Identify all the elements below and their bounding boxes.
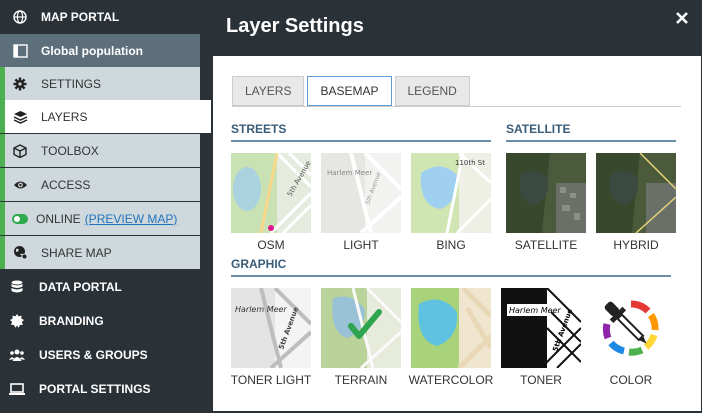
sidebar-item-access[interactable]: ACCESS	[0, 168, 200, 201]
sidebar-item-label: PORTAL SETTINGS	[39, 381, 151, 396]
layer-settings-panel: Layer Settings LAYERS BASEMAP LEGEND STR…	[211, 0, 702, 413]
basemap-thumbnail-osm: 5th Avenue	[231, 153, 311, 233]
basemap-thumbnail-hybrid	[596, 153, 676, 233]
panel-body: LAYERS BASEMAP LEGEND STREETS SATELLITE …	[213, 56, 701, 411]
basemap-thumbnail-satellite	[506, 153, 586, 233]
tab-basemap[interactable]: BASEMAP	[307, 76, 392, 106]
sidebar-item-settings[interactable]: SETTINGS	[0, 67, 200, 100]
sidebar-item-users-groups[interactable]: USERS & GROUPS	[0, 338, 200, 371]
basemap-thumbnail-terrain	[321, 288, 401, 368]
panel-title: Layer Settings	[226, 15, 364, 37]
basemap-tile-hybrid[interactable]: HYBRID	[596, 153, 676, 252]
sidebar-item-label: DATA PORTAL	[39, 279, 122, 294]
tab-legend[interactable]: LEGEND	[394, 76, 470, 106]
section-title-streets: STREETS	[231, 122, 287, 136]
basemap-label: LIGHT	[343, 238, 379, 252]
sidebar-item-label: LAYERS	[41, 109, 88, 124]
sidebar-item-label: Global population	[41, 43, 143, 58]
basemap-label: OSM	[257, 238, 285, 252]
basemap-label: COLOR	[609, 373, 653, 387]
basemap-tile-terrain[interactable]: TERRAIN	[321, 288, 401, 387]
eye-icon	[12, 177, 28, 193]
map-place-label: Harlem Meer	[509, 306, 561, 315]
sidebar-item-toolbox[interactable]: TOOLBOX	[0, 134, 200, 167]
sidebar-item-global-population[interactable]: Global population	[0, 34, 200, 67]
basemap-thumbnail-bing: 110th St	[411, 153, 491, 233]
map-place-label: Harlem Meer	[235, 305, 287, 314]
section-divider	[231, 275, 671, 277]
section-title-satellite: SATELLITE	[506, 122, 571, 136]
basemap-label: TONER LIGHT	[230, 373, 312, 387]
basemap-tile-watercolor[interactable]: WATERCOLOR	[409, 288, 493, 387]
laptop-icon	[9, 381, 25, 397]
basemap-tile-osm[interactable]: 5th Avenue OSM	[231, 153, 311, 252]
map-panel-icon	[12, 43, 28, 59]
layers-icon	[12, 109, 28, 125]
sidebar-item-map-portal[interactable]: MAP PORTAL	[0, 0, 200, 33]
tab-divider	[232, 106, 681, 107]
map-place-label: Harlem Meer	[327, 169, 372, 177]
basemap-tile-color[interactable]: COLOR	[591, 288, 671, 387]
sidebar-item-label: ONLINE	[36, 211, 81, 226]
sidebar-item-online[interactable]: ONLINE (PREVIEW MAP)	[0, 202, 200, 235]
sidebar-item-layers[interactable]: LAYERS	[0, 100, 213, 133]
tab-layers[interactable]: LAYERS	[232, 76, 305, 106]
sidebar-item-label: TOOLBOX	[41, 143, 99, 158]
cube-icon	[12, 143, 28, 159]
map-street-label: 110th St	[455, 159, 485, 167]
section-divider	[506, 140, 676, 142]
sidebar: MAP PORTAL Global population SETTINGS LA…	[0, 0, 213, 413]
sidebar-item-branding[interactable]: BRANDING	[0, 304, 200, 337]
sidebar-item-label: SHARE MAP	[41, 245, 112, 260]
sidebar-item-data-portal[interactable]: DATA PORTAL	[0, 270, 200, 303]
toggle-on-icon[interactable]	[12, 211, 28, 227]
users-icon	[9, 347, 25, 363]
close-icon[interactable]	[676, 12, 690, 26]
gear-icon	[12, 76, 28, 92]
section-divider	[231, 140, 491, 142]
basemap-label: TONER	[520, 373, 562, 387]
globe-share-icon	[12, 245, 28, 261]
basemap-tile-satellite[interactable]: SATELLITE	[506, 153, 586, 252]
sidebar-item-share-map[interactable]: SHARE MAP	[0, 236, 200, 269]
sidebar-item-portal-settings[interactable]: PORTAL SETTINGS	[0, 372, 200, 405]
sidebar-item-label: BRANDING	[39, 313, 104, 328]
basemap-thumbnail-toner-light: Harlem Meer 5th Avenue	[231, 288, 311, 368]
panel-header: Layer Settings	[211, 0, 702, 56]
basemap-label: TERRAIN	[334, 373, 388, 387]
basemap-tile-bing[interactable]: 110th St BING	[411, 153, 491, 252]
preview-map-link[interactable]: (PREVIEW MAP)	[85, 212, 178, 226]
basemap-tile-light[interactable]: Harlem Meer 5th Avenue LIGHT	[321, 153, 401, 252]
section-title-graphic: GRAPHIC	[231, 257, 287, 271]
sidebar-item-label: USERS & GROUPS	[39, 347, 148, 362]
basemap-tile-toner-light[interactable]: Harlem Meer 5th Avenue TONER LIGHT	[231, 288, 311, 387]
database-icon	[9, 279, 25, 295]
basemap-label: BING	[436, 238, 466, 252]
basemap-label: WATERCOLOR	[408, 373, 494, 387]
basemap-tile-toner[interactable]: Harlem Meer 5th Avenue TONER	[501, 288, 581, 387]
sidebar-item-label: MAP PORTAL	[41, 9, 120, 24]
basemap-label: HYBRID	[613, 238, 659, 252]
sidebar-item-label: SETTINGS	[41, 76, 102, 91]
globe-icon	[12, 9, 28, 25]
badge-icon	[9, 313, 25, 329]
basemap-label: SATELLITE	[514, 238, 578, 252]
basemap-thumbnail-light: Harlem Meer 5th Avenue	[321, 153, 401, 233]
sidebar-item-label: ACCESS	[41, 177, 91, 192]
basemap-thumbnail-toner: Harlem Meer 5th Avenue	[501, 288, 581, 368]
color-picker-icon	[591, 288, 671, 368]
tab-bar: LAYERS BASEMAP LEGEND	[232, 76, 473, 106]
basemap-thumbnail-watercolor	[411, 288, 491, 368]
